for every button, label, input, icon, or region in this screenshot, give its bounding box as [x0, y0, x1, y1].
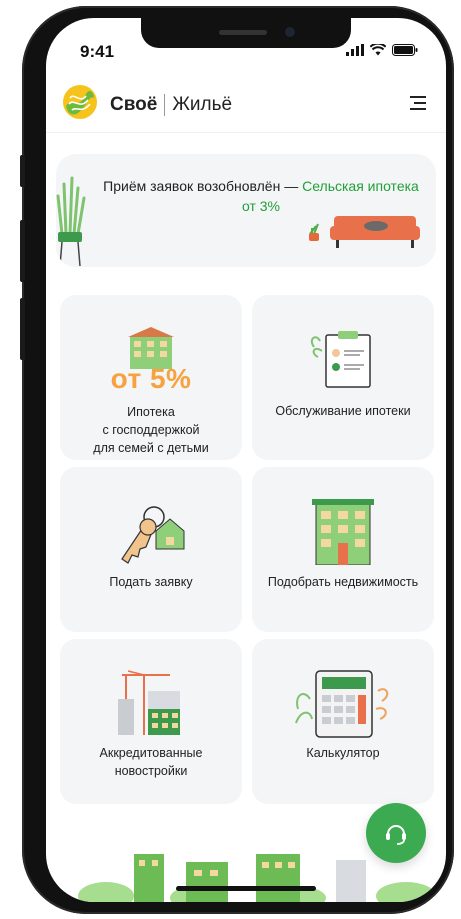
tile-label-line: Ипотека: [127, 405, 175, 419]
tile-label: Аккредитованные новостройки: [60, 744, 242, 780]
battery-icon: [392, 44, 418, 56]
promo-rate: от 5%: [110, 363, 192, 394]
tile-family-mortgage[interactable]: от 5% Ипотека с господдержкой для семей …: [60, 295, 242, 460]
screen: 9:41 Своё Жильё Приём заявок возобновлён…: [46, 18, 446, 902]
construction-icon: [118, 670, 180, 735]
volume-down-button: [20, 298, 25, 360]
brand-bold: Своё: [110, 94, 158, 115]
status-time: 9:41: [80, 42, 115, 61]
tile-label-line: новостройки: [114, 764, 188, 778]
home-indicator[interactable]: [176, 886, 316, 891]
tile-label-line: с господдержкой: [102, 423, 200, 437]
wifi-icon: [370, 44, 386, 56]
banner-main-text: Приём заявок возобновлён —: [103, 178, 303, 194]
support-button[interactable]: [366, 803, 426, 863]
promo-banner[interactable]: Приём заявок возобновлён — Сельская ипот…: [56, 154, 436, 267]
brand-light: Жильё: [172, 94, 233, 115]
brand-name: Своё Жильё: [110, 94, 232, 116]
logo[interactable]: [62, 84, 98, 120]
tile-label: Подобрать недвижимость: [267, 575, 419, 589]
tile-label: Подать заявку: [109, 575, 193, 589]
status-bar: 9:41: [46, 18, 446, 62]
tile-find-property[interactable]: Подобрать недвижимость: [252, 467, 434, 632]
mute-switch: [20, 155, 25, 187]
tile-label-line: Аккредитованные: [99, 746, 203, 760]
tile-label-line: для семей с детьми: [93, 441, 209, 455]
menu-icon[interactable]: [408, 94, 428, 112]
apartment-building-icon: [312, 499, 374, 565]
signal-icon: [346, 44, 364, 56]
plant-icon: [56, 176, 86, 266]
banner-text: Приём заявок возобновлён — Сельская ипот…: [96, 176, 426, 216]
key-house-icon: [121, 506, 185, 564]
app-header: Своё Жильё: [46, 74, 446, 132]
tile-calculator[interactable]: Калькулятор: [252, 639, 434, 804]
sofa-icon: [309, 216, 420, 248]
calculator-icon: [295, 670, 389, 738]
tile-label: Обслуживание ипотеки: [275, 404, 411, 418]
header-divider: [46, 132, 446, 133]
status-icons: [346, 44, 418, 56]
clipboard-icon: [310, 331, 371, 388]
tile-accredited-newbuilds[interactable]: Аккредитованные новостройки: [60, 639, 242, 804]
volume-up-button: [20, 220, 25, 282]
tile-label: Калькулятор: [306, 746, 380, 760]
tile-label: Ипотека с господдержкой для семей с деть…: [60, 403, 242, 457]
support-headset-icon: [386, 825, 406, 845]
tile-apply[interactable]: Подать заявку: [60, 467, 242, 632]
tile-mortgage-service[interactable]: Обслуживание ипотеки: [252, 295, 434, 460]
brand-separator: [164, 94, 166, 116]
